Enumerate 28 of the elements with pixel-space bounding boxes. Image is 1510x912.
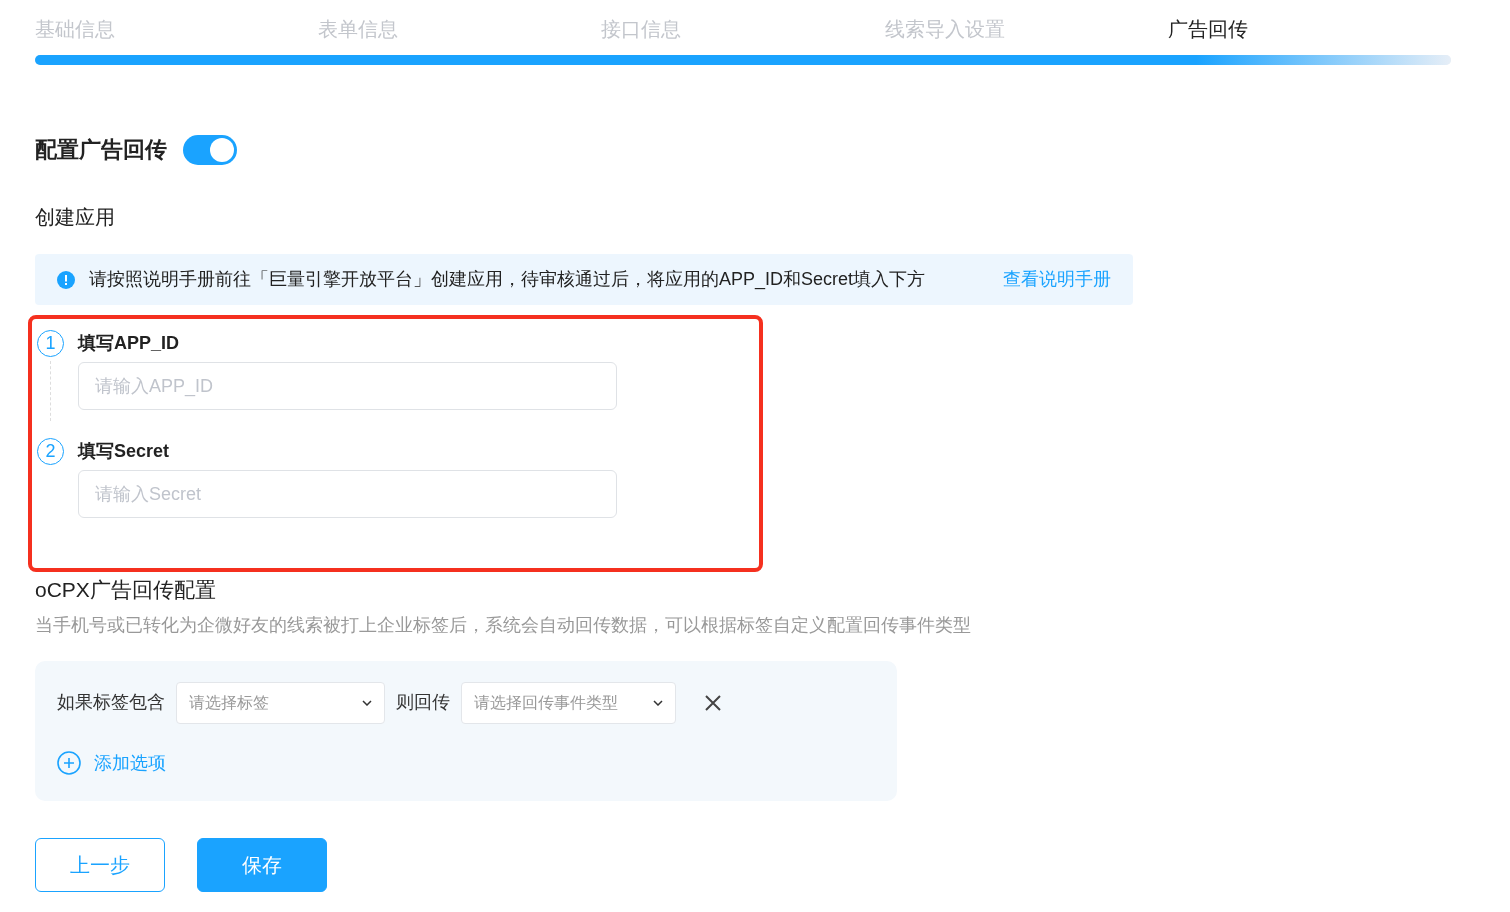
plus-circle-icon bbox=[57, 751, 81, 775]
subsection-title: oCPX广告回传配置 bbox=[35, 577, 216, 603]
input-field[interactable]: 请输入Secret bbox=[78, 470, 617, 518]
step-tab[interactable]: 接口信息 bbox=[601, 14, 682, 44]
event-select[interactable]: 请选择回传事件类型 bbox=[461, 681, 676, 724]
action-label: 则回传 bbox=[396, 691, 450, 714]
step-tab[interactable]: 广告回传 bbox=[1167, 14, 1248, 44]
back-button[interactable]: 上一步 bbox=[35, 837, 165, 892]
tag-select[interactable]: 请选择标签 bbox=[176, 681, 385, 724]
notice-text: 请按照说明手册前往「巨量引擎开放平台」创建应用，待审核通过后，将应用的APP_ID和Secret填入下方 bbox=[89, 268, 926, 292]
step-tab[interactable]: 表单信息 bbox=[318, 14, 399, 44]
description-text: 当手机号或已转化为企微好友的线索被打上企业标签后，系统会自动回传数据，可以根据标签自定义配置回传事件类型 bbox=[35, 613, 971, 637]
add-option-button[interactable]: 添加选项 bbox=[57, 749, 166, 777]
subsection-title: 创建应用 bbox=[35, 205, 115, 230]
chevron-down-icon bbox=[653, 699, 663, 706]
toggle-switch[interactable] bbox=[183, 134, 237, 165]
input-field[interactable]: 请输入APP_ID bbox=[78, 362, 617, 410]
step-tab[interactable]: 基础信息 bbox=[35, 14, 115, 44]
chevron-down-icon bbox=[362, 699, 372, 706]
manual-link[interactable]: 查看说明手册 bbox=[1003, 266, 1111, 293]
section-title: 配置广告回传 bbox=[35, 136, 167, 164]
close-icon[interactable] bbox=[705, 694, 721, 711]
condition-label: 如果标签包含 bbox=[57, 691, 165, 714]
field-label: 填写Secret bbox=[78, 439, 170, 463]
save-button[interactable]: 保存 bbox=[197, 837, 327, 892]
field-label: 填写APP_ID bbox=[78, 331, 180, 355]
step-tab[interactable]: 线索导入设置 bbox=[884, 14, 1005, 44]
info-icon bbox=[57, 270, 75, 289]
